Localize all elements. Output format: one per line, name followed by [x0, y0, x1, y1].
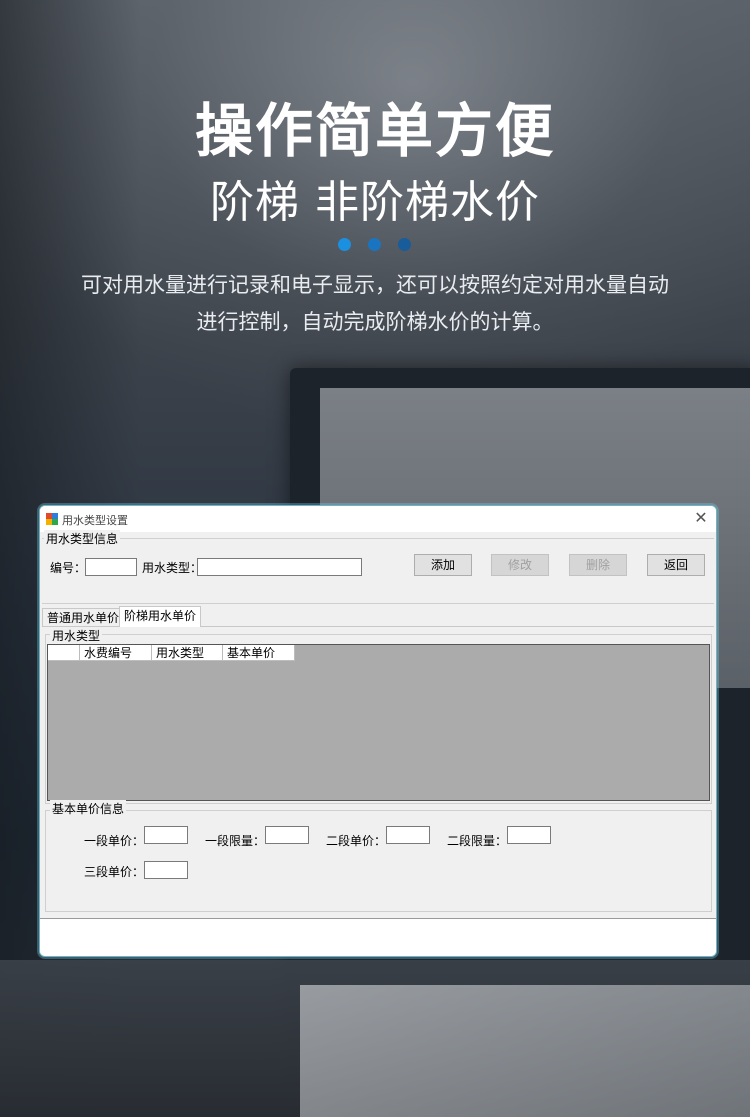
- status-bar: [40, 918, 716, 956]
- water-type-field[interactable]: [197, 558, 362, 576]
- tier1-limit-label: 一段限量：: [205, 834, 266, 848]
- tier3-price-label: 三段单价：: [84, 865, 145, 879]
- dialog-title: 用水类型设置: [62, 514, 128, 527]
- app-icon: [46, 513, 58, 525]
- dot-1: [338, 238, 351, 251]
- tier2-limit-field[interactable]: [507, 826, 551, 844]
- tab-tiered-price[interactable]: 阶梯用水单价: [119, 606, 202, 627]
- water-type-settings-dialog: 用水类型设置 ✕ 用水类型信息 编号： 用水类型： 添加 修改 删除 返回 普通…: [39, 505, 717, 957]
- tier2-price-field[interactable]: [386, 826, 430, 844]
- hero-title: 操作简单方便: [194, 97, 555, 165]
- grid-col-fee-id[interactable]: 水费编号: [80, 645, 152, 661]
- hero-subtitle: 阶梯 非阶梯水价: [210, 177, 540, 228]
- grid-col-water-type[interactable]: 用水类型: [152, 645, 223, 661]
- water-type-info-title: 用水类型信息: [44, 530, 121, 547]
- water-type-label: 用水类型：: [142, 561, 203, 575]
- id-label: 编号：: [50, 561, 87, 575]
- close-icon[interactable]: ✕: [692, 509, 710, 527]
- tier2-price-label: 二段单价：: [326, 834, 387, 848]
- hero-description-line-1: 可对用水量进行记录和电子显示，还可以按照约定对用水量自动: [81, 273, 669, 297]
- back-button[interactable]: 返回: [647, 554, 705, 576]
- water-type-list-title: 用水类型: [50, 627, 103, 644]
- id-field[interactable]: [85, 558, 137, 576]
- hero-description-line-2: 进行控制，自动完成阶梯水价的计算。: [196, 310, 554, 334]
- tier2-limit-label: 二段限量：: [447, 834, 508, 848]
- base-price-info-title: 基本单价信息: [50, 800, 127, 817]
- dot-3: [398, 238, 411, 251]
- grid-row-header: [48, 645, 80, 661]
- tier1-limit-field[interactable]: [265, 826, 309, 844]
- edit-button[interactable]: 修改: [491, 554, 549, 576]
- add-button[interactable]: 添加: [414, 554, 472, 576]
- water-type-grid[interactable]: 水费编号 用水类型 基本单价: [47, 644, 710, 801]
- background-desk-surface: [300, 985, 750, 1117]
- dot-2: [368, 238, 381, 251]
- tier3-price-field[interactable]: [144, 861, 188, 879]
- tab-normal-price[interactable]: 普通用水单价: [42, 608, 125, 626]
- pagination-dots: [338, 238, 418, 252]
- dialog-titlebar: 用水类型设置 ✕: [40, 506, 716, 532]
- delete-button[interactable]: 删除: [569, 554, 627, 576]
- grid-col-base-price[interactable]: 基本单价: [223, 645, 295, 661]
- tier1-price-label: 一段单价：: [84, 834, 145, 848]
- tier1-price-field[interactable]: [144, 826, 188, 844]
- price-tabs: 普通用水单价 阶梯用水单价: [42, 606, 714, 627]
